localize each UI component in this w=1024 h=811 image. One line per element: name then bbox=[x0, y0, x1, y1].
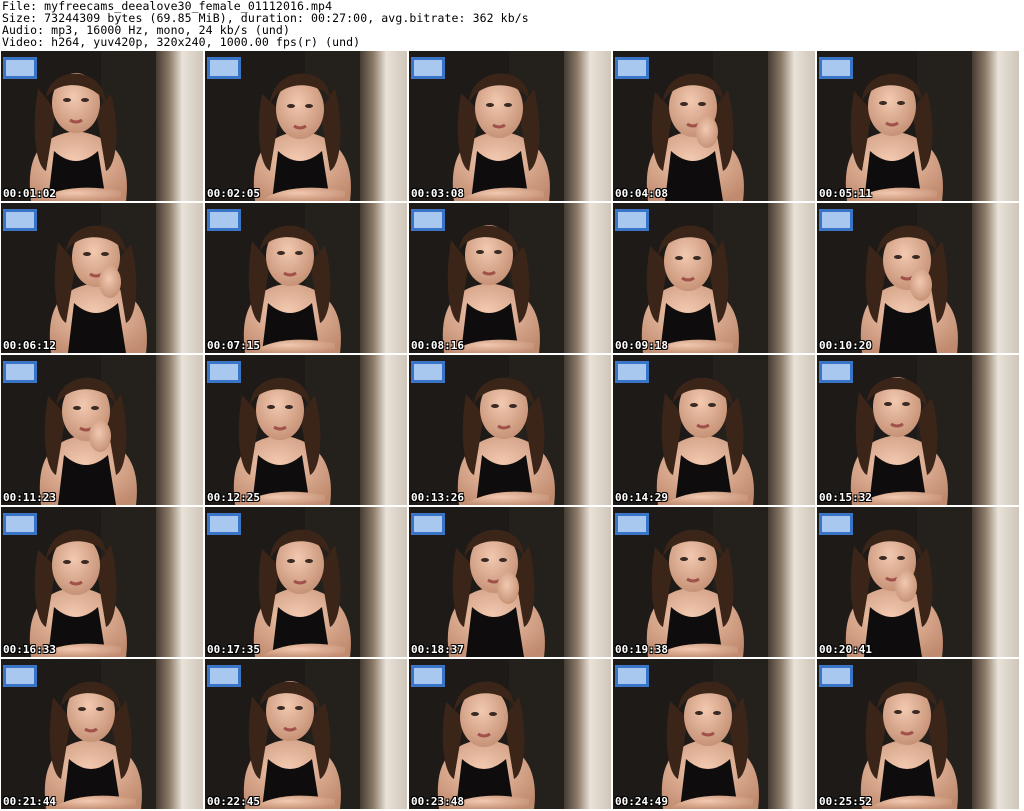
video-thumbnail: 00:24:49 bbox=[613, 659, 815, 809]
video-thumbnail: 00:06:12 bbox=[1, 203, 203, 353]
video-thumbnail: 00:14:29 bbox=[613, 355, 815, 505]
thumbnail-timestamp: 00:02:05 bbox=[207, 187, 260, 200]
thumbnail-timestamp: 00:20:41 bbox=[819, 643, 872, 656]
thumbnail-timestamp: 00:17:35 bbox=[207, 643, 260, 656]
video-thumbnail: 00:20:41 bbox=[817, 507, 1019, 657]
video-thumbnail: 00:12:25 bbox=[205, 355, 407, 505]
thumbnail-timestamp: 00:21:44 bbox=[3, 795, 56, 808]
video-thumbnail: 00:01:02 bbox=[1, 51, 203, 201]
video-thumbnail: 00:05:11 bbox=[817, 51, 1019, 201]
thumbnail-timestamp: 00:11:23 bbox=[3, 491, 56, 504]
thumbnail-frame-image bbox=[613, 51, 815, 201]
thumbnail-timestamp: 00:09:18 bbox=[615, 339, 668, 352]
thumbnail-timestamp: 00:05:11 bbox=[819, 187, 872, 200]
thumbnail-frame-image bbox=[409, 203, 611, 353]
file-info-header: File: myfreecams_deealove30_female_01112… bbox=[2, 0, 529, 48]
thumbnail-frame-image bbox=[409, 51, 611, 201]
thumbnail-timestamp: 00:14:29 bbox=[615, 491, 668, 504]
video-thumbnail: 00:03:08 bbox=[409, 51, 611, 201]
video-thumbnail: 00:07:15 bbox=[205, 203, 407, 353]
thumbnail-timestamp: 00:04:08 bbox=[615, 187, 668, 200]
video-thumbnail: 00:16:33 bbox=[1, 507, 203, 657]
thumbnail-timestamp: 00:22:45 bbox=[207, 795, 260, 808]
thumbnail-frame-image bbox=[613, 659, 815, 809]
thumbnail-frame-image bbox=[205, 507, 407, 657]
video-thumbnail: 00:13:26 bbox=[409, 355, 611, 505]
thumbnail-timestamp: 00:13:26 bbox=[411, 491, 464, 504]
video-thumbnail: 00:22:45 bbox=[205, 659, 407, 809]
video-thumbnail: 00:11:23 bbox=[1, 355, 203, 505]
video-thumbnail: 00:10:20 bbox=[817, 203, 1019, 353]
thumbnail-grid: 00:01:02 00:02:05 00:03:08 00:04:08 00:0… bbox=[1, 51, 1023, 809]
thumbnail-frame-image bbox=[1, 659, 203, 809]
thumbnail-frame-image bbox=[205, 51, 407, 201]
thumbnail-timestamp: 00:01:02 bbox=[3, 187, 56, 200]
thumbnail-timestamp: 00:24:49 bbox=[615, 795, 668, 808]
thumbnail-frame-image bbox=[1, 507, 203, 657]
thumbnail-frame-image bbox=[205, 659, 407, 809]
thumbnail-frame-image bbox=[817, 507, 1019, 657]
video-thumbnail: 00:17:35 bbox=[205, 507, 407, 657]
thumbnail-frame-image bbox=[409, 659, 611, 809]
thumbnail-timestamp: 00:10:20 bbox=[819, 339, 872, 352]
thumbnail-timestamp: 00:12:25 bbox=[207, 491, 260, 504]
thumbnail-timestamp: 00:06:12 bbox=[3, 339, 56, 352]
thumbnail-frame-image bbox=[1, 51, 203, 201]
thumbnail-timestamp: 00:19:38 bbox=[615, 643, 668, 656]
thumbnail-frame-image bbox=[817, 355, 1019, 505]
thumbnail-frame-image bbox=[613, 355, 815, 505]
thumbnail-timestamp: 00:18:37 bbox=[411, 643, 464, 656]
thumbnail-frame-image bbox=[613, 203, 815, 353]
thumbnail-frame-image bbox=[205, 203, 407, 353]
video-thumbnail: 00:19:38 bbox=[613, 507, 815, 657]
thumbnail-frame-image bbox=[613, 507, 815, 657]
thumbnail-timestamp: 00:25:52 bbox=[819, 795, 872, 808]
video-thumbnail: 00:02:05 bbox=[205, 51, 407, 201]
thumbnail-frame-image bbox=[205, 355, 407, 505]
thumbnail-frame-image bbox=[817, 659, 1019, 809]
thumbnail-frame-image bbox=[817, 203, 1019, 353]
thumbnail-timestamp: 00:23:48 bbox=[411, 795, 464, 808]
thumbnail-timestamp: 00:07:15 bbox=[207, 339, 260, 352]
video-thumbnail: 00:18:37 bbox=[409, 507, 611, 657]
video-thumbnail: 00:25:52 bbox=[817, 659, 1019, 809]
thumbnail-frame-image bbox=[409, 507, 611, 657]
thumbnail-timestamp: 00:08:16 bbox=[411, 339, 464, 352]
thumbnail-frame-image bbox=[409, 355, 611, 505]
thumbnail-frame-image bbox=[1, 203, 203, 353]
thumbnail-timestamp: 00:15:32 bbox=[819, 491, 872, 504]
video-thumbnail: 00:09:18 bbox=[613, 203, 815, 353]
thumbnail-frame-image bbox=[1, 355, 203, 505]
video-thumbnail: 00:04:08 bbox=[613, 51, 815, 201]
thumbnail-frame-image bbox=[817, 51, 1019, 201]
video-thumbnail: 00:23:48 bbox=[409, 659, 611, 809]
thumbnail-timestamp: 00:16:33 bbox=[3, 643, 56, 656]
video-thumbnail: 00:15:32 bbox=[817, 355, 1019, 505]
video-info-line: Video: h264, yuv420p, 320x240, 1000.00 f… bbox=[2, 35, 361, 49]
thumbnail-timestamp: 00:03:08 bbox=[411, 187, 464, 200]
video-thumbnail: 00:21:44 bbox=[1, 659, 203, 809]
video-thumbnail: 00:08:16 bbox=[409, 203, 611, 353]
